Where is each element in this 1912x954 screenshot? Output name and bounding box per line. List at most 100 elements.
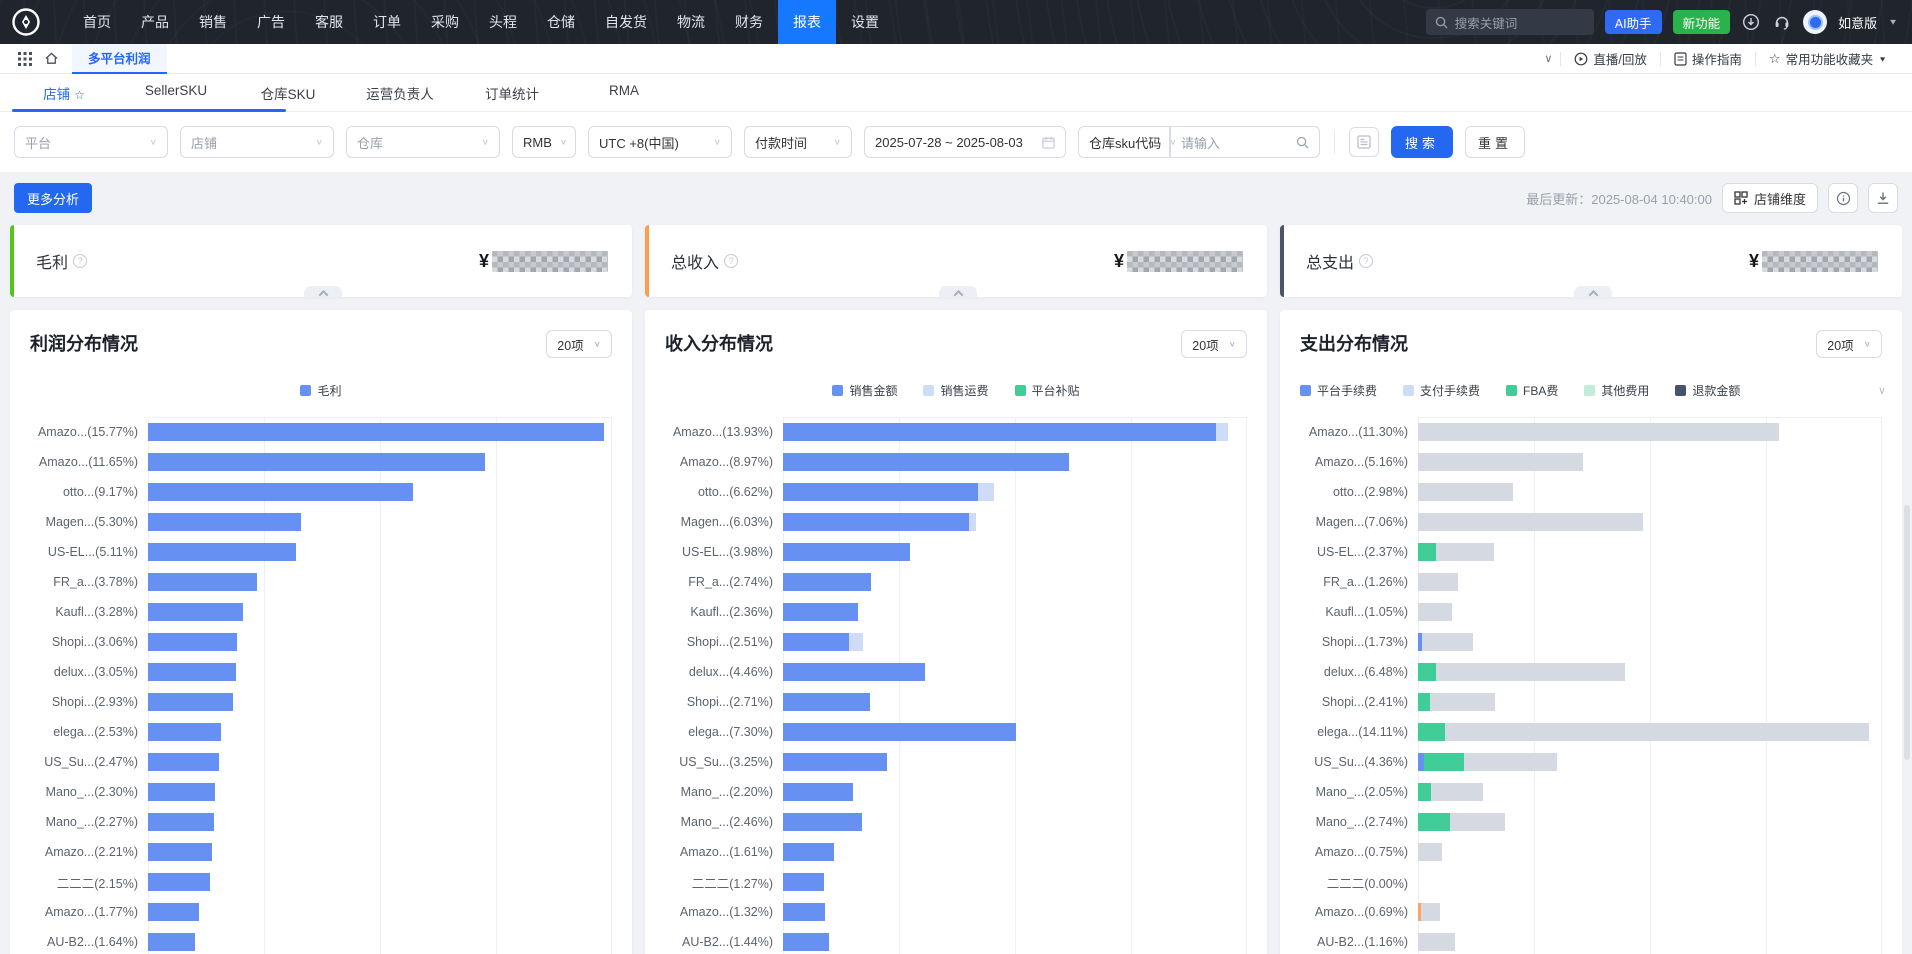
nav-item-1[interactable]: 首页 [68,0,126,44]
subtab-5[interactable]: 订单统计 [456,83,568,103]
more-analysis-button[interactable]: 更多分析 [14,183,92,213]
apps-grid-icon[interactable] [12,52,38,66]
nav-item-12[interactable]: 财务 [720,0,778,44]
help-icon[interactable]: ? [73,254,87,268]
legend-item-4[interactable]: 其他费用 [1584,382,1649,399]
legend-item-2[interactable]: 支付手续费 [1403,382,1480,399]
open-page-tab[interactable]: 多平台利润 [72,44,167,74]
nav-item-7[interactable]: 采购 [416,0,474,44]
legend-item-1[interactable]: 平台手续费 [1300,382,1377,399]
nav-item-8[interactable]: 头程 [474,0,532,44]
bar-track [148,417,612,447]
download-icon[interactable] [1868,183,1898,213]
bar-segment [783,783,853,801]
dimension-switch-button[interactable]: 店铺维度 [1722,183,1818,213]
bar-category-label: 二二二(2.15%) [30,873,148,892]
bar-segment [1418,513,1643,531]
sku-type-select[interactable]: 仓库sku代码∨ [1078,126,1170,158]
legend-item-3[interactable]: FBA费 [1506,382,1558,399]
home-icon[interactable] [38,51,64,66]
bar-row: AU-B2...(1.16%) [1300,927,1882,954]
nav-item-11[interactable]: 物流 [662,0,720,44]
nav-item-5[interactable]: 客服 [300,0,358,44]
bar-row: Amazo...(0.75%) [1300,837,1882,867]
bar-segment [148,813,214,831]
bar-track [148,867,612,897]
search-button[interactable]: 搜索 [1391,126,1453,158]
live-replay-button[interactable]: 直播/回放 [1561,49,1659,68]
nav-item-13[interactable]: 报表 [778,0,836,44]
kpi-expand-handle[interactable] [304,286,342,297]
legend-item-5[interactable]: 退款金额 [1675,382,1740,399]
currency-select[interactable]: RMB∨ [512,126,576,158]
info-icon[interactable] [1828,183,1858,213]
nav-item-2[interactable]: 产品 [126,0,184,44]
bar [148,603,611,621]
help-icon[interactable]: ? [1359,254,1373,268]
sku-input[interactable]: 请输入 [1170,126,1320,158]
top-n-select[interactable]: 20项∨ [1816,330,1882,358]
legend-item-1[interactable]: 销售金额 [832,382,897,399]
bar-category-label: elega...(2.53%) [30,725,148,739]
kpi-expand-handle[interactable] [1574,286,1612,297]
warehouse-select[interactable]: 仓库∨ [346,126,500,158]
bar-track [148,747,612,777]
report-subtabs: 店铺☆SellerSKU仓库SKU运营负责人订单统计RMA [0,74,1912,112]
tabs-overflow-chevron-icon[interactable]: ∨ [1544,52,1552,65]
help-icon[interactable]: ? [724,254,738,268]
kpi-expand-handle[interactable] [939,286,977,297]
nav-item-6[interactable]: 订单 [358,0,416,44]
bar-segment [969,513,975,531]
ai-assistant-button[interactable]: AI助手 [1605,10,1662,34]
bar-track [783,417,1247,447]
nav-item-10[interactable]: 自发货 [590,0,662,44]
platform-select[interactable]: 平台∨ [14,126,168,158]
new-feature-button[interactable]: 新功能 [1673,10,1731,34]
legend-item-1[interactable]: 毛利 [300,382,341,399]
bar-segment [783,633,849,651]
top-n-select[interactable]: 20项∨ [546,330,612,358]
panel-header: 收入分布情况20项∨ [665,330,1247,358]
global-search-input[interactable]: 搜索关键词 [1426,9,1594,35]
kpi-card-1: 毛利?¥ [10,225,632,297]
operation-guide-button[interactable]: 操作指南 [1661,49,1755,68]
bar-segment [1436,663,1625,681]
kpi-value: ¥ [479,251,608,272]
page-scrollbar[interactable] [1904,505,1910,760]
batch-input-icon[interactable] [1349,127,1379,157]
bar-track [783,567,1247,597]
legend-item-3[interactable]: 平台补贴 [1015,382,1080,399]
subtab-4[interactable]: 运营负责人 [344,83,456,103]
bar [783,633,1246,651]
subtab-3[interactable]: 仓库SKU [232,83,344,103]
chevron-up-icon [1588,290,1598,300]
user-avatar[interactable] [1803,10,1827,34]
chart-legend: 毛利 [30,382,612,399]
subtab-6[interactable]: RMA [568,83,680,103]
timezone-select[interactable]: UTC +8(中国)∨ [588,126,732,158]
headset-icon[interactable] [1772,12,1792,32]
bar-track [148,807,612,837]
bar-category-label: Shopi...(2.71%) [665,695,783,709]
nav-item-4[interactable]: 广告 [242,0,300,44]
date-range-picker[interactable]: 2025-07-28 ~ 2025-08-03 [864,126,1066,158]
nav-item-3[interactable]: 销售 [184,0,242,44]
nav-item-14[interactable]: 设置 [836,0,894,44]
bar-category-label: Kaufl...(2.36%) [665,605,783,619]
bar-segment [783,843,834,861]
time-type-select[interactable]: 付款时间∨ [744,126,852,158]
bar-row: Mano_...(2.46%) [665,807,1247,837]
legend-item-2[interactable]: 销售运费 [923,382,988,399]
nav-item-9[interactable]: 仓储 [532,0,590,44]
subtab-1[interactable]: 店铺☆ [8,83,120,103]
shop-select[interactable]: 店铺∨ [180,126,334,158]
chevron-down-icon[interactable]: ▼ [1888,18,1898,27]
version-label[interactable]: 如意版 [1838,13,1877,32]
bar-row: Shopi...(2.71%) [665,687,1247,717]
top-n-select[interactable]: 20项∨ [1181,330,1247,358]
favorites-menu[interactable]: ☆ 常用功能收藏夹 ▼ [1756,49,1900,68]
download-center-icon[interactable] [1741,12,1761,32]
subtab-2[interactable]: SellerSKU [120,83,232,103]
reset-button[interactable]: 重置 [1465,126,1525,158]
legend-expand-chevron-icon[interactable]: ∨ [1878,384,1886,397]
